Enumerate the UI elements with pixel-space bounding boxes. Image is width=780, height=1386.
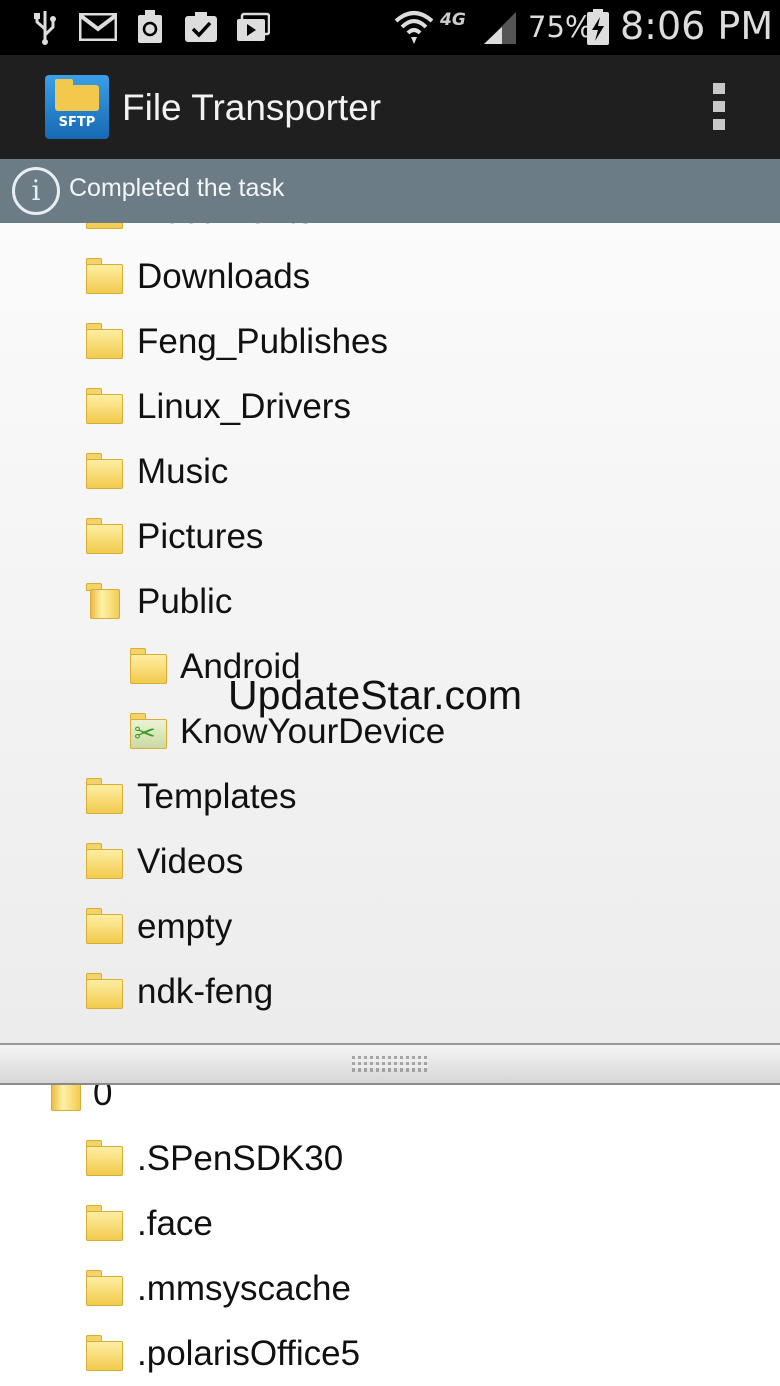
folder-label: 0: [93, 1085, 113, 1113]
app-logo-text: SFTP: [58, 115, 96, 130]
app-title: File Transporter: [122, 87, 382, 128]
linked-folder-icon: ✂: [130, 713, 167, 749]
clipboard-check-icon: [183, 8, 219, 46]
signal-icon: [482, 8, 518, 46]
folder-label: .mmsyscache: [137, 1269, 351, 1308]
battery-percent: 75%: [528, 10, 593, 44]
folder-row[interactable]: Public: [0, 571, 780, 636]
folder-row[interactable]: .SPenSDK30: [0, 1128, 780, 1193]
open-folder-icon: [47, 1085, 84, 1111]
network-type: 4G: [440, 10, 466, 30]
folder-icon: [86, 1205, 123, 1241]
folder-label: Pictures: [137, 517, 264, 556]
notice-bar: i Completed the task: [0, 159, 780, 223]
folder-label: Documents: [137, 223, 314, 232]
folder-row[interactable]: .face: [0, 1193, 780, 1258]
folder-label: KnowYourDevice: [180, 712, 446, 751]
folder-list: 0 .SPenSDK30 .face .mmsyscache .polarisOffic…: [0, 1085, 780, 1386]
action-bar: SFTP File Transporter: [0, 55, 780, 159]
folder-row[interactable]: Linux_Drivers: [0, 376, 780, 441]
folder-icon: [86, 388, 123, 424]
open-folder-icon: [86, 583, 123, 619]
wifi-icon: [394, 8, 434, 46]
usb-icon: [30, 8, 60, 46]
folder-row[interactable]: .mmsyscache: [0, 1258, 780, 1323]
battery-charging-icon: [585, 8, 611, 46]
drag-handle-icon[interactable]: [352, 1056, 428, 1072]
dot-icon: [713, 119, 725, 130]
folder-row[interactable]: Templates: [0, 766, 780, 831]
dot-icon: [713, 101, 725, 112]
folder-icon: [86, 1270, 123, 1306]
folder-label: empty: [137, 907, 233, 946]
folder-row[interactable]: Videos: [0, 831, 780, 896]
folder-label: Music: [137, 452, 229, 491]
overflow-menu-button[interactable]: [700, 77, 740, 137]
folder-icon: [55, 79, 99, 111]
folder-icon: [86, 843, 123, 879]
folder-row[interactable]: empty: [0, 896, 780, 961]
folder-label: Android: [180, 647, 301, 686]
folder-icon: [86, 908, 123, 944]
folder-label: Templates: [137, 777, 297, 816]
recycle-icon: [134, 8, 166, 46]
folder-row[interactable]: ndk-feng: [0, 961, 780, 1026]
dot-icon: [713, 83, 725, 94]
notice-text: Completed the task: [69, 174, 285, 202]
remote-folder-tree[interactable]: Documents Downloads Feng_Publishes Linux_Dr…: [0, 223, 780, 1043]
folder-row[interactable]: Pictures: [0, 506, 780, 571]
folder-label: Downloads: [137, 257, 311, 296]
folder-icon: [86, 518, 123, 554]
folder-label: Linux_Drivers: [137, 387, 351, 426]
folder-icon: [130, 648, 167, 684]
folder-label: .face: [137, 1204, 213, 1243]
folder-label: .SPenSDK30: [137, 1139, 344, 1178]
folder-icon: [86, 1140, 123, 1176]
app-logo[interactable]: SFTP: [45, 75, 109, 139]
folder-row[interactable]: Music: [0, 441, 780, 506]
folder-icon: [86, 223, 123, 229]
folder-icon: [86, 453, 123, 489]
folder-row[interactable]: .polarisOffice5: [0, 1323, 780, 1386]
folder-row[interactable]: Downloads: [0, 246, 780, 311]
folder-label: .polarisOffice5: [137, 1334, 361, 1373]
folder-row[interactable]: Feng_Publishes: [0, 311, 780, 376]
gmail-icon: [78, 8, 118, 46]
folder-row[interactable]: ✂ KnowYourDevice: [0, 701, 780, 766]
pane-splitter[interactable]: [0, 1043, 780, 1085]
folder-label: Public: [137, 582, 233, 621]
folder-icon: [86, 323, 123, 359]
folder-row[interactable]: 0: [0, 1085, 780, 1128]
folder-icon: [86, 1335, 123, 1371]
folder-icon: [86, 973, 123, 1009]
folder-list: Documents Downloads Feng_Publishes Linux_Dr…: [0, 223, 780, 1026]
media-icon: [235, 8, 271, 46]
clock: 8:06 PM: [620, 4, 774, 48]
folder-row[interactable]: Android: [0, 636, 780, 701]
folder-label: Videos: [137, 842, 244, 881]
folder-label: Feng_Publishes: [137, 322, 388, 361]
folder-icon: [86, 258, 123, 294]
status-bar: 4G 75% 8:06 PM: [0, 0, 780, 55]
folder-icon: [86, 778, 123, 814]
folder-label: ndk-feng: [137, 972, 274, 1011]
folder-row[interactable]: Documents: [0, 223, 780, 246]
info-icon: i: [12, 167, 60, 215]
local-folder-tree[interactable]: 0 .SPenSDK30 .face .mmsyscache .polarisOffic…: [0, 1085, 780, 1386]
